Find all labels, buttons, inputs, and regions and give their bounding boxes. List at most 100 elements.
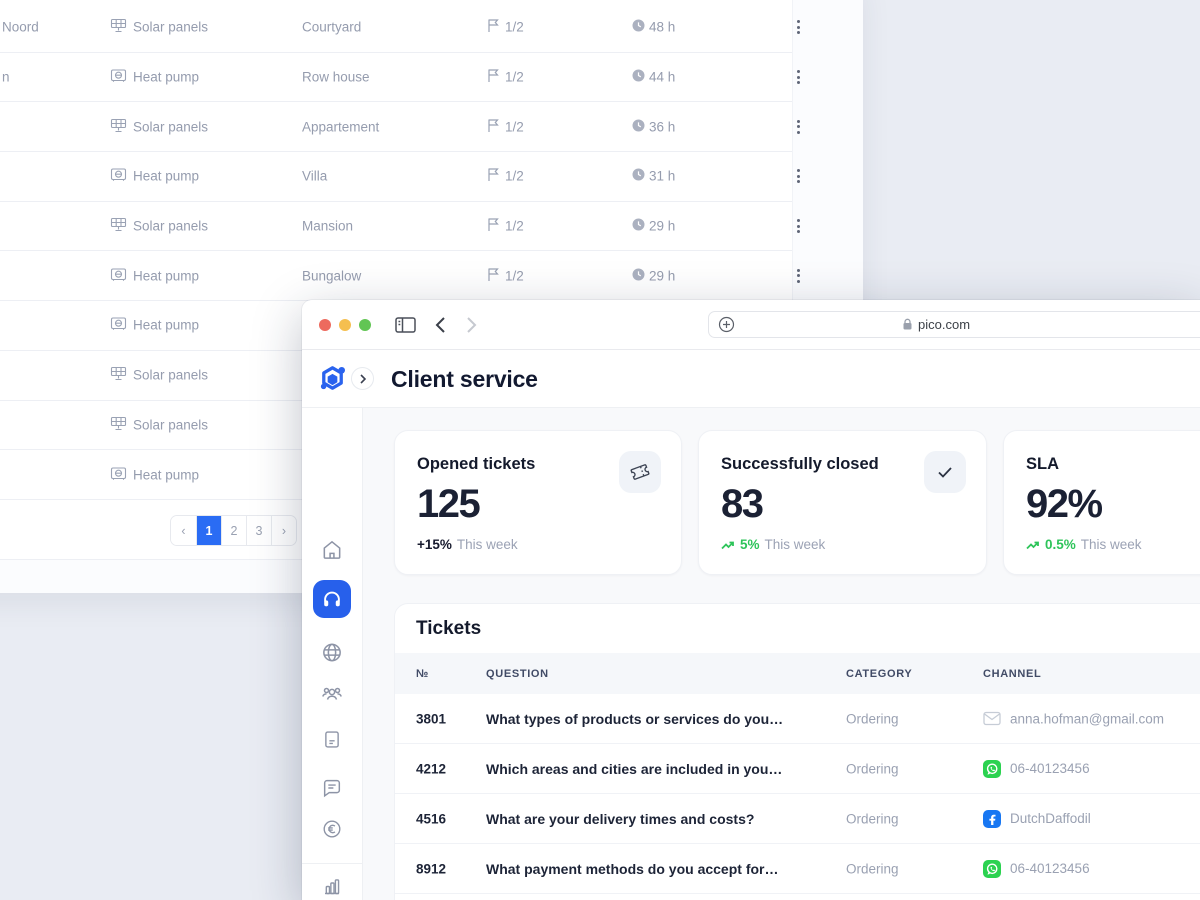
pagination-page-3[interactable]: 3 [246,516,271,545]
page-content: Opened tickets 125 +15% This week Succes… [363,408,1200,900]
location-label: Villa [302,168,328,184]
solar-panel-icon [110,117,127,137]
sidebar-collapse-button[interactable] [351,367,374,390]
row-menu-button[interactable] [789,66,807,88]
check-icon [924,451,966,493]
ticket-question: What types of products or services do yo… [486,710,784,727]
solar-panel-icon [110,17,127,37]
location-label: Bungalow [302,268,362,284]
pagination-prev-button[interactable]: ‹ [171,516,196,545]
flag-icon [487,68,500,86]
column-header-question: QUESTION [486,667,549,680]
trend-up-icon [1026,541,1039,549]
asset-type-label: Solar panels [133,417,209,433]
stat-card-sla: SLA 92% 0.5% This week [1003,430,1200,575]
forward-icon[interactable] [466,316,477,334]
heat-pump-icon [110,465,127,485]
solar-panel-icon [110,216,127,236]
euro-icon [323,820,341,838]
pagination: ‹ 1 2 3 › [170,515,297,546]
ticket-row[interactable]: 3801 What types of products or services … [395,694,1200,744]
circled-plus-icon[interactable] [718,316,735,333]
ticket-row[interactable]: 4516 What are your delivery times and co… [395,794,1200,844]
asset-type-label: Heat pump [133,268,200,284]
flag-count: 1/2 [505,19,524,35]
location-label: Mansion [302,218,354,234]
row-menu-button[interactable] [789,116,807,138]
clock-icon [632,168,645,184]
row-menu-button[interactable] [789,16,807,38]
location-label: Row house [302,69,370,85]
minimize-button[interactable] [339,319,351,331]
location-label: Appartement [302,119,380,135]
asset-type-label: Solar panels [133,19,209,35]
asset-type-label: Solar panels [133,367,209,383]
table-row: Solar panels Appartement 1/2 36 h [0,102,800,153]
flag-count: 1/2 [505,168,524,184]
table-row: Noord Solar panels Courtyard 1/2 48 h [0,3,800,53]
row-menu-button[interactable] [789,265,807,287]
ticket-question: What are your delivery times and costs? [486,810,755,827]
address-bar[interactable]: pico.com [708,311,1200,338]
heat-pump-icon [110,315,127,335]
ticket-channel: anna.hofman@gmail.com [983,711,1164,726]
flag-count: 1/2 [505,69,524,85]
close-button[interactable] [319,319,331,331]
stat-value: 92% [1026,482,1103,526]
stat-title: SLA [1026,455,1059,473]
sidebar-rail [302,408,363,900]
sidebar-item-messages[interactable] [321,777,343,799]
tickets-header-row: № QUESTION CATEGORY CHANNEL [395,653,1200,694]
pagination-page-1[interactable]: 1 [196,516,221,545]
sidebar-item-documents[interactable] [322,729,343,750]
ticket-question: Which areas and cities are included in y… [486,760,783,777]
ticket-number: 4516 [416,811,447,826]
pagination-page-2[interactable]: 2 [221,516,246,545]
solar-panel-icon [110,365,127,385]
owner-label: Noord [2,19,39,35]
tickets-title: Tickets [416,618,482,639]
sidebar-item-analytics[interactable] [322,876,343,897]
clock-icon [632,19,645,35]
flag-icon [487,167,500,185]
sidebar-toggle-icon[interactable] [395,317,416,333]
pagination-next-button[interactable]: › [271,516,296,545]
channel-label: 06-40123456 [1010,861,1090,876]
email-icon [983,711,1001,726]
time-label: 36 h [649,119,676,135]
row-menu-button[interactable] [789,165,807,187]
table-row: Solar panels Mansion 1/2 29 h [0,202,800,252]
chat-icon [323,779,341,798]
users-icon [322,687,342,700]
flag-icon [487,118,500,136]
row-menu-button[interactable] [789,215,807,237]
asset-type-label: Heat pump [133,467,200,483]
sidebar-item-billing[interactable] [321,818,343,840]
headphones-icon [324,591,340,607]
url-text: pico.com [918,317,971,332]
stat-card-opened-tickets: Opened tickets 125 +15% This week [394,430,682,575]
flag-count: 1/2 [505,119,524,135]
sidebar-item-web[interactable] [321,641,344,664]
whatsapp-icon [983,859,1001,878]
zoom-button[interactable] [359,319,371,331]
flag-icon [487,217,500,235]
heat-pump-icon [110,266,127,286]
traffic-lights [319,319,371,331]
browser-toolbar: pico.com [302,300,1200,350]
asset-type-label: Heat pump [133,69,200,85]
stat-change-line: +15% This week [417,537,659,552]
home-icon [323,540,341,559]
ticket-row[interactable]: 4212 Which areas and cities are included… [395,744,1200,794]
time-label: 29 h [649,268,676,284]
time-label: 48 h [649,19,676,35]
location-label: Courtyard [302,19,362,35]
sidebar-item-customers[interactable] [320,682,344,706]
ticket-row[interactable]: 8912 What payment methods do you accept … [395,844,1200,894]
back-icon[interactable] [435,316,446,334]
lock-icon [903,318,912,330]
stat-change-note: This week [1080,537,1142,552]
sidebar-item-client-service[interactable] [313,580,351,618]
ticket-question: What payment methods do you accept for… [486,860,779,877]
sidebar-item-home[interactable] [321,538,344,561]
